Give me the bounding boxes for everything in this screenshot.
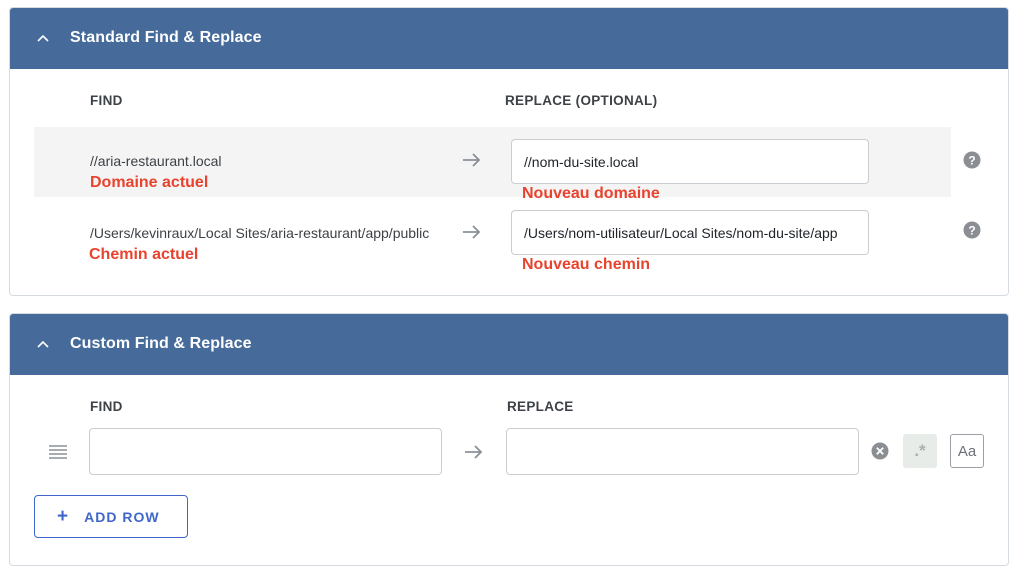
annotation-new-path: Nouveau chemin <box>522 256 651 273</box>
chevron-up-icon[interactable] <box>35 30 51 46</box>
regex-toggle-button[interactable]: .* <box>903 434 937 468</box>
svg-text:?: ? <box>968 153 975 167</box>
standard-find-replace-panel: Standard Find & Replace FIND REPLACE (OP… <box>9 7 1009 296</box>
annotation-new-domain: Nouveau domaine <box>522 185 660 202</box>
replace-domain-input[interactable] <box>511 139 869 184</box>
standard-panel-header[interactable]: Standard Find & Replace <box>10 8 1008 69</box>
add-row-button[interactable]: + ADD ROW <box>34 495 188 538</box>
arrow-right-icon <box>463 225 481 239</box>
match-case-toggle-button[interactable]: Aa <box>950 434 984 468</box>
svg-text:?: ? <box>968 223 975 237</box>
custom-replace-input[interactable] <box>506 428 859 475</box>
custom-panel-header[interactable]: Custom Find & Replace <box>10 314 1008 375</box>
drag-handle-icon[interactable] <box>48 444 68 460</box>
custom-replace-column-header: REPLACE <box>507 399 574 414</box>
replace-path-input[interactable] <box>511 210 869 255</box>
custom-find-input[interactable] <box>89 428 442 475</box>
find-value-path: /Users/kevinraux/Local Sites/aria-restau… <box>90 225 430 241</box>
chevron-up-icon[interactable] <box>35 336 51 352</box>
find-value-domain: //aria-restaurant.local <box>90 153 222 169</box>
replace-column-header: REPLACE (OPTIONAL) <box>505 93 658 108</box>
help-icon[interactable]: ? <box>963 151 981 169</box>
custom-panel-title: Custom Find & Replace <box>70 335 252 352</box>
match-case-toggle-label: Aa <box>957 442 977 460</box>
custom-find-column-header: FIND <box>90 399 123 414</box>
find-column-header: FIND <box>90 93 123 108</box>
custom-find-replace-panel: Custom Find & Replace FIND REPLACE .* Aa… <box>9 313 1009 566</box>
standard-panel-title: Standard Find & Replace <box>70 29 262 46</box>
add-row-label: ADD ROW <box>84 508 160 525</box>
annotation-current-path: Chemin actuel <box>89 246 199 263</box>
regex-toggle-label: .* <box>914 441 926 460</box>
annotation-current-domain: Domaine actuel <box>90 174 209 191</box>
plus-icon: + <box>57 506 70 527</box>
clear-icon[interactable] <box>871 442 889 460</box>
help-icon[interactable]: ? <box>963 221 981 239</box>
arrow-right-icon <box>465 445 483 459</box>
arrow-right-icon <box>463 153 481 167</box>
